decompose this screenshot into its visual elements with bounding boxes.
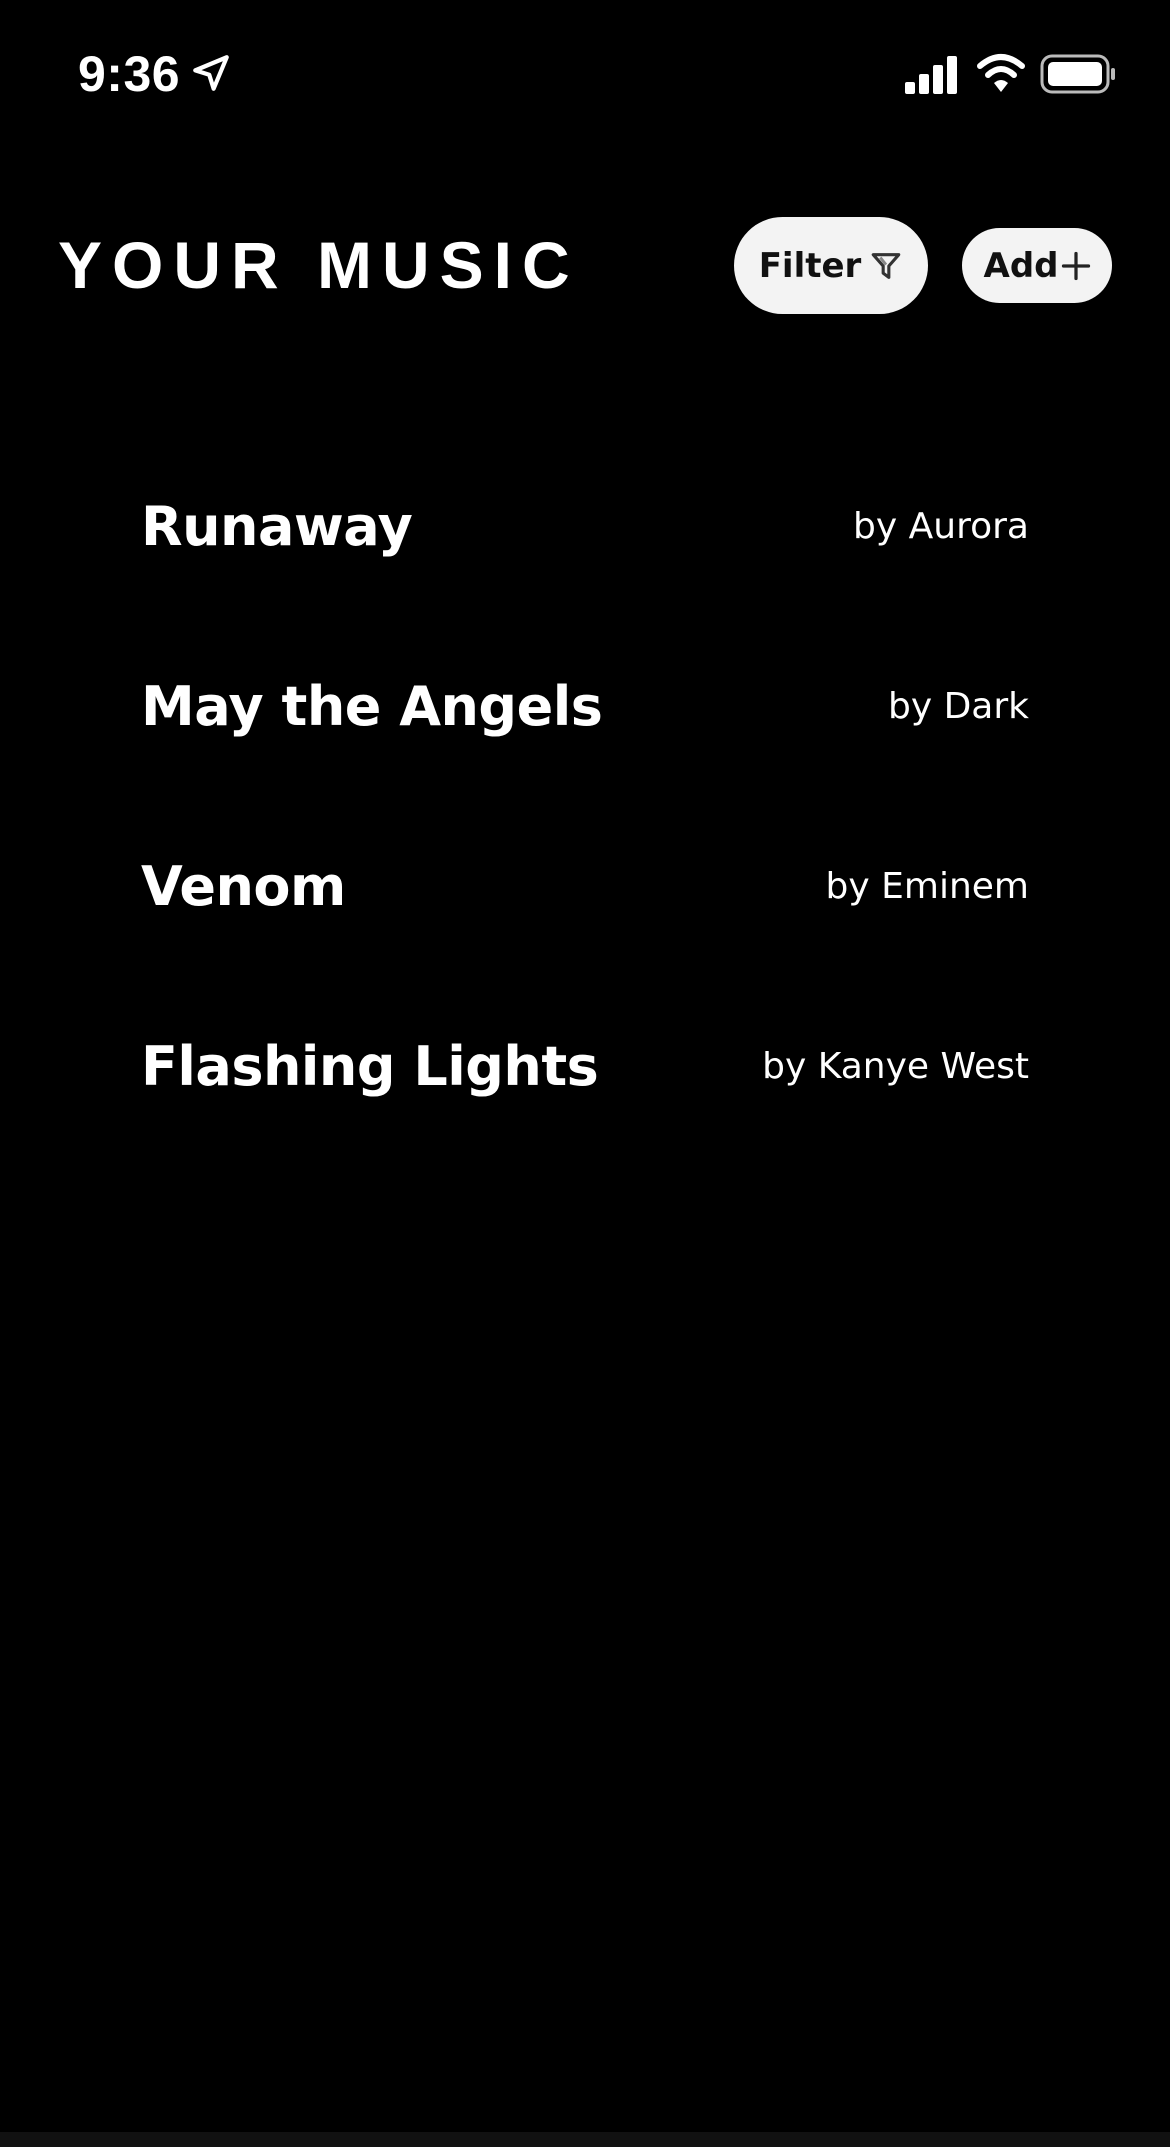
song-row[interactable]: Runaway by Aurora [141,482,1029,662]
battery-icon [1040,54,1115,94]
music-screen: 9:36 YOUR MUSIC Filter Add Runaway by Au… [0,0,1170,2147]
page-title: YOUR MUSIC [58,228,580,302]
song-list: Runaway by Aurora May the Angels by Dark… [141,482,1029,1202]
song-artist: by Aurora [853,506,1029,547]
song-title: Venom [141,855,346,918]
status-bar: 9:36 [0,0,1170,150]
song-title: May the Angels [141,675,603,738]
filter-button[interactable]: Filter [734,217,928,314]
song-artist: by Kanye West [762,1046,1029,1087]
plus-icon [1061,251,1090,280]
cellular-signal-icon [905,56,957,94]
status-time: 9:36 [78,46,181,102]
add-button[interactable]: Add [962,228,1112,303]
wifi-icon [977,54,1025,92]
song-title: Runaway [141,495,413,558]
filter-funnel-icon [872,252,901,279]
song-row[interactable]: May the Angels by Dark [141,662,1029,842]
song-artist: by Eminem [825,866,1029,907]
song-artist: by Dark [887,686,1029,727]
song-row[interactable]: Venom by Eminem [141,842,1029,1022]
add-button-label: Add [983,245,1059,286]
filter-button-label: Filter [758,245,862,286]
bottom-edge [0,2132,1170,2147]
song-title: Flashing Lights [141,1035,599,1098]
song-row[interactable]: Flashing Lights by Kanye West [141,1022,1029,1202]
location-arrow-icon [193,55,229,91]
